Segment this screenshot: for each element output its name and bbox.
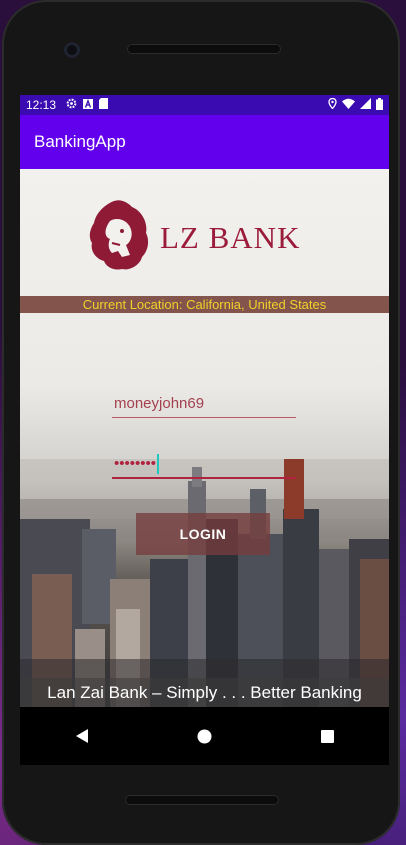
gear-icon: [66, 98, 77, 112]
front-camera: [64, 42, 80, 58]
current-location-label: Current Location: California, United Sta…: [20, 296, 389, 313]
battery-icon: [376, 97, 383, 113]
status-bar: 12:13: [20, 95, 389, 115]
bottom-speaker: [125, 795, 279, 805]
signal-icon: [360, 98, 371, 112]
lion-head-icon: [86, 199, 152, 278]
password-mask: ••••••••: [114, 455, 157, 472]
recents-icon[interactable]: [308, 716, 348, 756]
city-skyline-image: [20, 459, 389, 707]
tagline: Lan Zai Bank – Simply . . . Better Banki…: [20, 678, 389, 707]
location-icon: [328, 97, 337, 112]
username-input[interactable]: moneyjohn69: [112, 391, 296, 418]
bank-name: LZ BANK: [160, 220, 301, 255]
app-bar: BankingApp: [20, 115, 389, 169]
login-button[interactable]: LOGIN: [136, 513, 270, 555]
device-screen: 12:13 BankingApp LZ BANK Current Locatio…: [20, 95, 389, 765]
password-input[interactable]: ••••••••: [112, 453, 296, 479]
wifi-icon: [342, 98, 355, 112]
font-a-icon: [83, 98, 94, 112]
bank-logo: LZ BANK: [86, 197, 326, 279]
phone-frame: 12:13 BankingApp LZ BANK Current Locatio…: [2, 0, 400, 845]
sd-card-icon: [99, 98, 109, 112]
back-icon[interactable]: [62, 716, 102, 756]
status-time: 12:13: [26, 98, 57, 112]
text-cursor: [157, 454, 160, 475]
navigation-bar: [20, 707, 389, 765]
home-icon[interactable]: [185, 716, 225, 756]
app-title: BankingApp: [34, 132, 126, 151]
earpiece-speaker: [127, 44, 281, 54]
login-screen: LZ BANK Current Location: California, Un…: [20, 169, 389, 707]
